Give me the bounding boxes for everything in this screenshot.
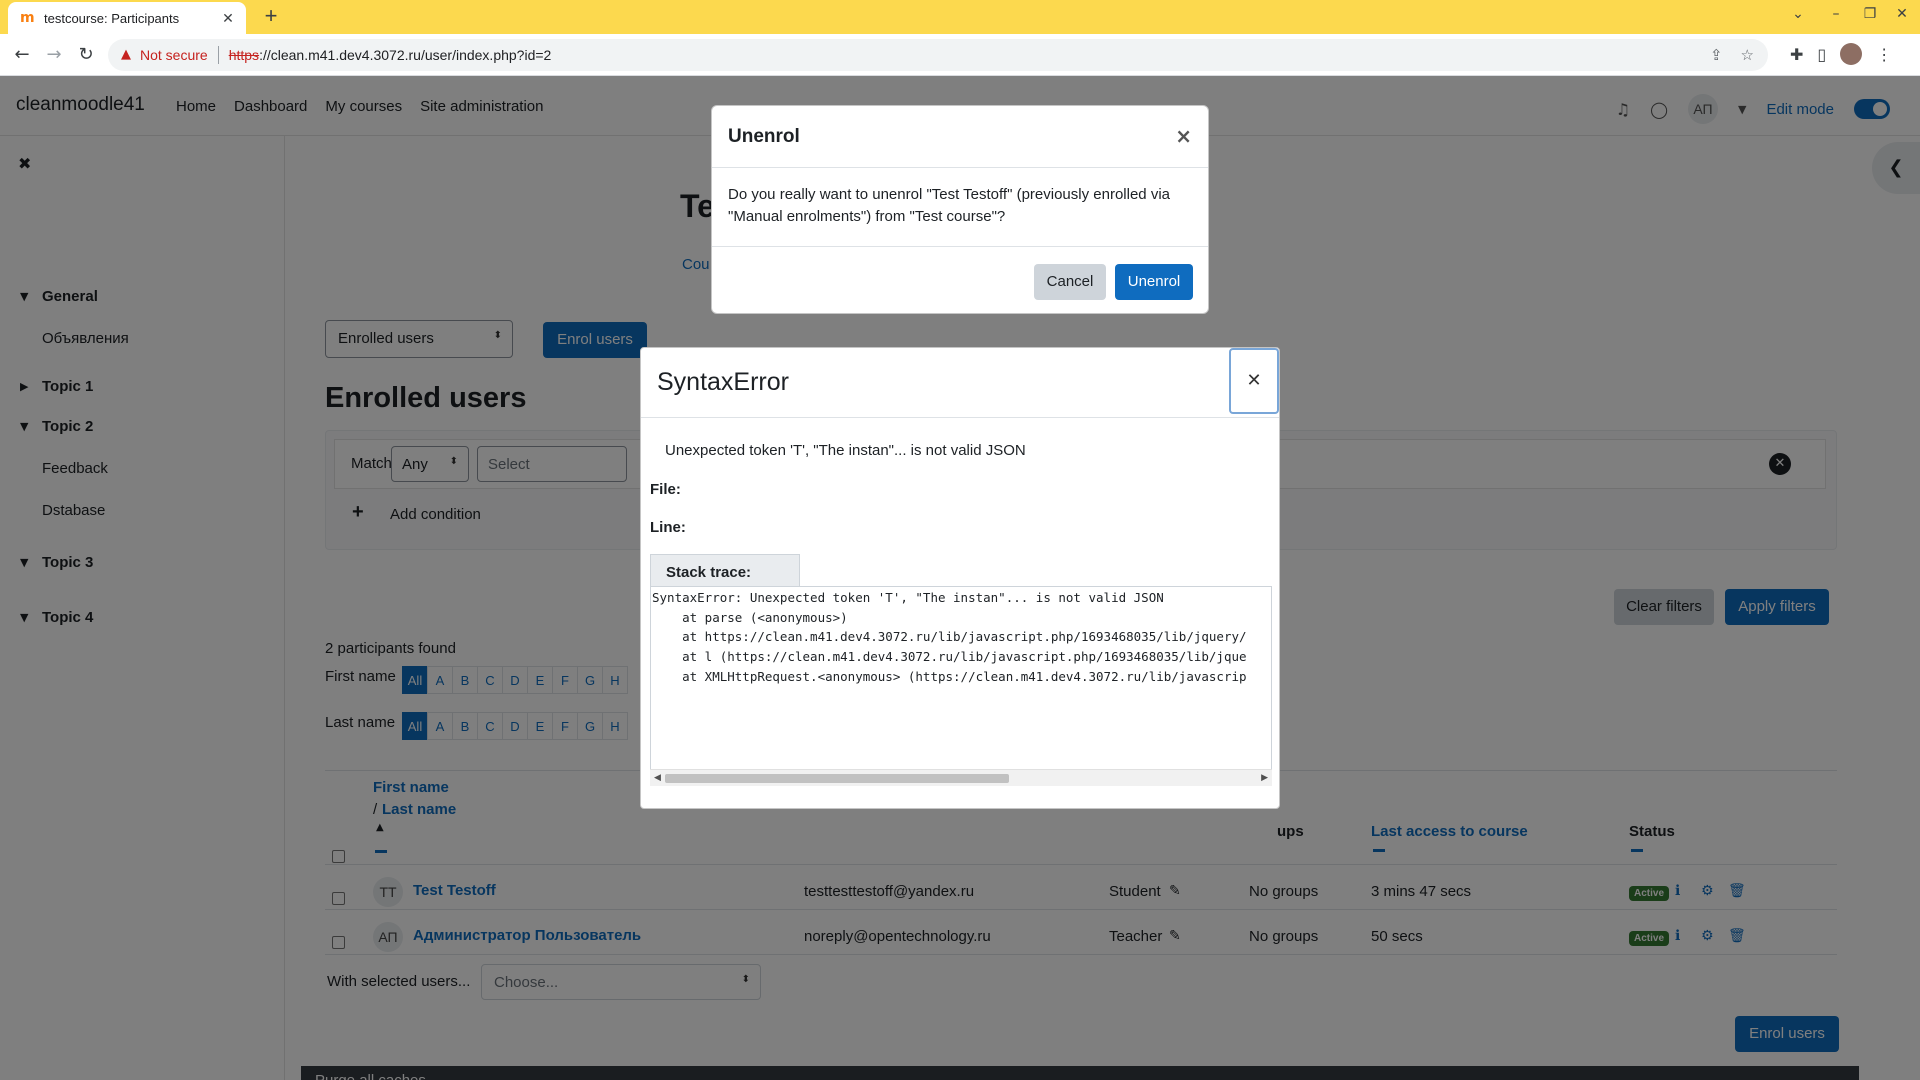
horizontal-scrollbar[interactable]: ◀ ▶: [650, 769, 1272, 786]
browser-tab-bar: m testcourse: Participants ✕ + ⌄ – ❐ ✕: [0, 0, 1920, 34]
share-icon[interactable]: ⇪: [1710, 46, 1723, 64]
modal-header: Unenrol ×: [712, 106, 1208, 168]
scroll-left-icon[interactable]: ◀: [654, 773, 661, 783]
browser-toolbar: ← → ↻ ▲ Not secure https ://clean.m41.de…: [0, 34, 1920, 76]
address-bar[interactable]: ▲ Not secure https ://clean.m41.dev4.307…: [108, 39, 1768, 71]
modal-body: Do you really want to unenrol "Test Test…: [728, 186, 1170, 225]
back-icon[interactable]: ←: [10, 43, 34, 67]
close-icon[interactable]: ×: [1175, 124, 1192, 148]
bookmark-star-icon[interactable]: ☆: [1741, 46, 1754, 64]
scroll-right-icon[interactable]: ▶: [1261, 773, 1268, 783]
modal-title: SyntaxError: [657, 368, 789, 396]
modal-footer: Cancel Unenrol: [712, 246, 1208, 315]
stack-trace-text[interactable]: SyntaxError: Unexpected token 'T', "The …: [650, 586, 1272, 786]
scrollbar-thumb[interactable]: [665, 774, 1009, 783]
profile-avatar[interactable]: [1840, 43, 1863, 65]
cancel-button[interactable]: Cancel: [1034, 264, 1106, 300]
close-icon[interactable]: ✕: [1229, 348, 1279, 414]
error-message: Unexpected token 'T', "The instan"... is…: [665, 442, 1026, 459]
url-text: ://clean.m41.dev4.3072.ru/user/index.php…: [259, 47, 552, 63]
moodle-favicon-icon: m: [20, 10, 35, 26]
omnibox-actions: ⇪ ☆: [1710, 46, 1754, 64]
side-panel-icon[interactable]: ▯: [1817, 45, 1826, 64]
extensions-puzzle-icon[interactable]: ✚: [1790, 45, 1803, 64]
tab-search-icon[interactable]: ⌄: [1788, 6, 1808, 22]
file-label: File:: [650, 481, 681, 498]
syntax-error-modal: SyntaxError ✕ Unexpected token 'T', "The…: [640, 347, 1280, 809]
browser-extension-area: ✚ ▯ ⋮: [1790, 43, 1892, 65]
line-label: Line:: [650, 519, 686, 536]
browser-tab[interactable]: m testcourse: Participants ✕: [8, 2, 246, 34]
minimize-icon[interactable]: –: [1826, 6, 1846, 22]
url-scheme: https: [228, 47, 260, 63]
modal-title: Unenrol: [728, 126, 800, 147]
window-close-icon[interactable]: ✕: [1892, 6, 1912, 22]
not-secure-label[interactable]: Not secure: [140, 47, 208, 63]
reload-icon[interactable]: ↻: [74, 43, 98, 67]
tab-close-icon[interactable]: ✕: [220, 10, 236, 27]
tab-title: testcourse: Participants: [44, 10, 180, 26]
forward-icon[interactable]: →: [42, 43, 66, 67]
modal-header: SyntaxError ✕: [641, 348, 1279, 418]
restore-icon[interactable]: ❐: [1860, 6, 1880, 22]
omnibox-divider: [217, 46, 219, 64]
stack-trace-toggle[interactable]: Stack trace:: [650, 554, 800, 586]
browser-menu-icon[interactable]: ⋮: [1876, 45, 1892, 64]
confirm-unenrol-button[interactable]: Unenrol: [1115, 264, 1193, 300]
unenrol-modal: Unenrol × Do you really want to unenrol …: [711, 105, 1209, 314]
warning-icon: ▲: [121, 47, 131, 62]
new-tab-button[interactable]: +: [258, 4, 284, 30]
